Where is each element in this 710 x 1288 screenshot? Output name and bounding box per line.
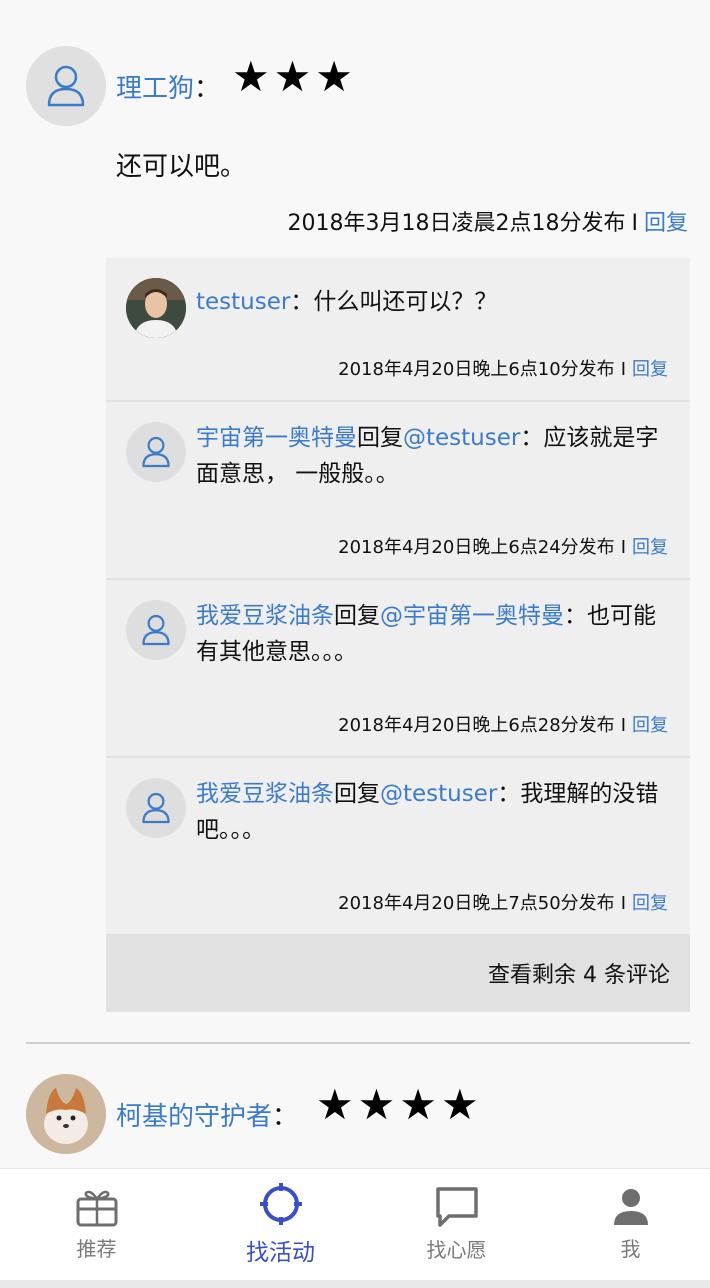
reply-time: 2018年4月20日晚上6点28分发布: [338, 715, 615, 736]
separator: I: [620, 715, 626, 736]
reply-meta: 2018年4月20日晚上6点24分发布 I 回复: [338, 533, 668, 559]
reply-meta: 2018年4月20日晚上7点50分发布 I 回复: [338, 889, 668, 915]
avatar[interactable]: [126, 778, 186, 838]
reply-word: 回复: [357, 425, 403, 451]
reply-word: 回复: [334, 603, 380, 629]
list-item: 宇宙第一奥特曼回复@testuser：应该就是字面意思， 一般般。。 2018年…: [106, 402, 690, 580]
rating-stars: ★★★: [232, 52, 357, 101]
reply-text: 我爱豆浆油条回复@宇宙第一奥特曼：也可能有其他意思。。。: [196, 598, 676, 670]
reply-target[interactable]: @testuser: [380, 781, 497, 807]
list-item: 我爱豆浆油条回复@testuser：我理解的没错吧。。。 2018年4月20日晚…: [106, 758, 690, 934]
divider: [26, 1042, 690, 1044]
reply-list: testuser：什么叫还可以？？ 2018年4月20日晚上6点10分发布 I 回复…: [106, 258, 690, 1012]
view-more-label: 查看剩余 4 条评论: [488, 963, 670, 988]
reply-author[interactable]: 我爱豆浆油条: [196, 603, 334, 629]
reply-button[interactable]: 回复: [632, 715, 668, 736]
user-icon: [142, 792, 170, 824]
user-icon: [142, 436, 170, 468]
tab-label: 找活动: [246, 1240, 315, 1266]
colon: ：: [497, 781, 521, 807]
colon: ：: [564, 603, 587, 629]
separator: I: [620, 359, 626, 380]
separator: I: [620, 537, 626, 558]
comment-author-line: 理工狗：: [116, 72, 220, 106]
tab-find-activity[interactable]: 找活动: [192, 1169, 369, 1279]
reply-time: 2018年4月20日晚上7点50分发布: [338, 893, 615, 914]
tab-me[interactable]: 我: [542, 1169, 710, 1279]
avatar[interactable]: [126, 600, 186, 660]
reply-time: 2018年4月20日晚上6点10分发布: [338, 359, 615, 380]
separator: I: [620, 893, 626, 914]
reply-author[interactable]: 我爱豆浆油条: [196, 781, 334, 807]
chat-icon: [435, 1186, 478, 1227]
view-more-comments-button[interactable]: 查看剩余 4 条评论: [106, 934, 690, 1012]
comment-author-line: 柯基的守护者：: [116, 1100, 298, 1134]
home-indicator-area: [0, 1280, 710, 1288]
colon: ：: [194, 74, 221, 104]
reply-button[interactable]: 回复: [632, 893, 668, 914]
person-icon: [613, 1188, 648, 1225]
reply-meta: 2018年4月20日晚上6点28分发布 I 回复: [338, 711, 668, 737]
reply-time: 2018年4月20日晚上6点24分发布: [338, 537, 615, 558]
avatar[interactable]: [26, 1074, 106, 1154]
reply-target[interactable]: @宇宙第一奥特曼: [380, 603, 564, 629]
reply-target[interactable]: @testuser: [403, 425, 520, 451]
reply-content: 什么叫还可以？？: [313, 289, 498, 315]
tab-find-wish[interactable]: 找心愿: [368, 1169, 545, 1279]
target-icon: [259, 1183, 302, 1225]
tab-label: 找心愿: [426, 1237, 487, 1262]
reply-meta: 2018年4月20日晚上6点10分发布 I 回复: [338, 355, 668, 381]
tab-label: 推荐: [76, 1236, 117, 1261]
reply-word: 回复: [334, 781, 380, 807]
separator: I: [631, 211, 638, 236]
comment-author[interactable]: 柯基的守护者: [116, 1102, 272, 1132]
comment-time: 2018年3月18日凌晨2点18分发布: [287, 211, 626, 236]
reply-text: 宇宙第一奥特曼回复@testuser：应该就是字面意思， 一般般。。: [196, 420, 676, 492]
comment-author[interactable]: 理工狗: [116, 74, 194, 104]
reply-author[interactable]: testuser: [196, 289, 290, 315]
avatar[interactable]: [126, 278, 186, 338]
tab-recommend[interactable]: 推荐: [8, 1169, 185, 1279]
tab-label: 我: [620, 1236, 641, 1261]
reply-text: testuser：什么叫还可以？？: [196, 284, 676, 320]
avatar[interactable]: [26, 46, 106, 126]
user-icon: [142, 614, 170, 646]
reply-text: 我爱豆浆油条回复@testuser：我理解的没错吧。。。: [196, 776, 676, 848]
rating-stars: ★★★★: [316, 1080, 483, 1129]
list-item: 我爱豆浆油条回复@宇宙第一奥特曼：也可能有其他意思。。。 2018年4月20日晚…: [106, 580, 690, 758]
bottom-tab-bar: 推荐 找活动 找心愿 我: [0, 1168, 710, 1288]
comment-text: 还可以吧。: [116, 152, 247, 182]
gift-icon: [76, 1190, 117, 1226]
colon: ：: [272, 1102, 299, 1132]
comment-meta: 2018年3月18日凌晨2点18分发布 I 回复: [288, 205, 689, 237]
user-photo-icon: [126, 278, 186, 338]
avatar[interactable]: [126, 422, 186, 482]
reply-author[interactable]: 宇宙第一奥特曼: [196, 425, 357, 451]
reply-button[interactable]: 回复: [644, 211, 688, 236]
colon: ：: [520, 425, 544, 451]
user-icon: [47, 65, 85, 107]
list-item: testuser：什么叫还可以？？ 2018年4月20日晚上6点10分发布 I 回复: [106, 258, 690, 402]
reply-button[interactable]: 回复: [632, 359, 668, 380]
colon: ：: [290, 289, 314, 315]
reply-button[interactable]: 回复: [632, 537, 668, 558]
corgi-photo-icon: [26, 1074, 106, 1154]
